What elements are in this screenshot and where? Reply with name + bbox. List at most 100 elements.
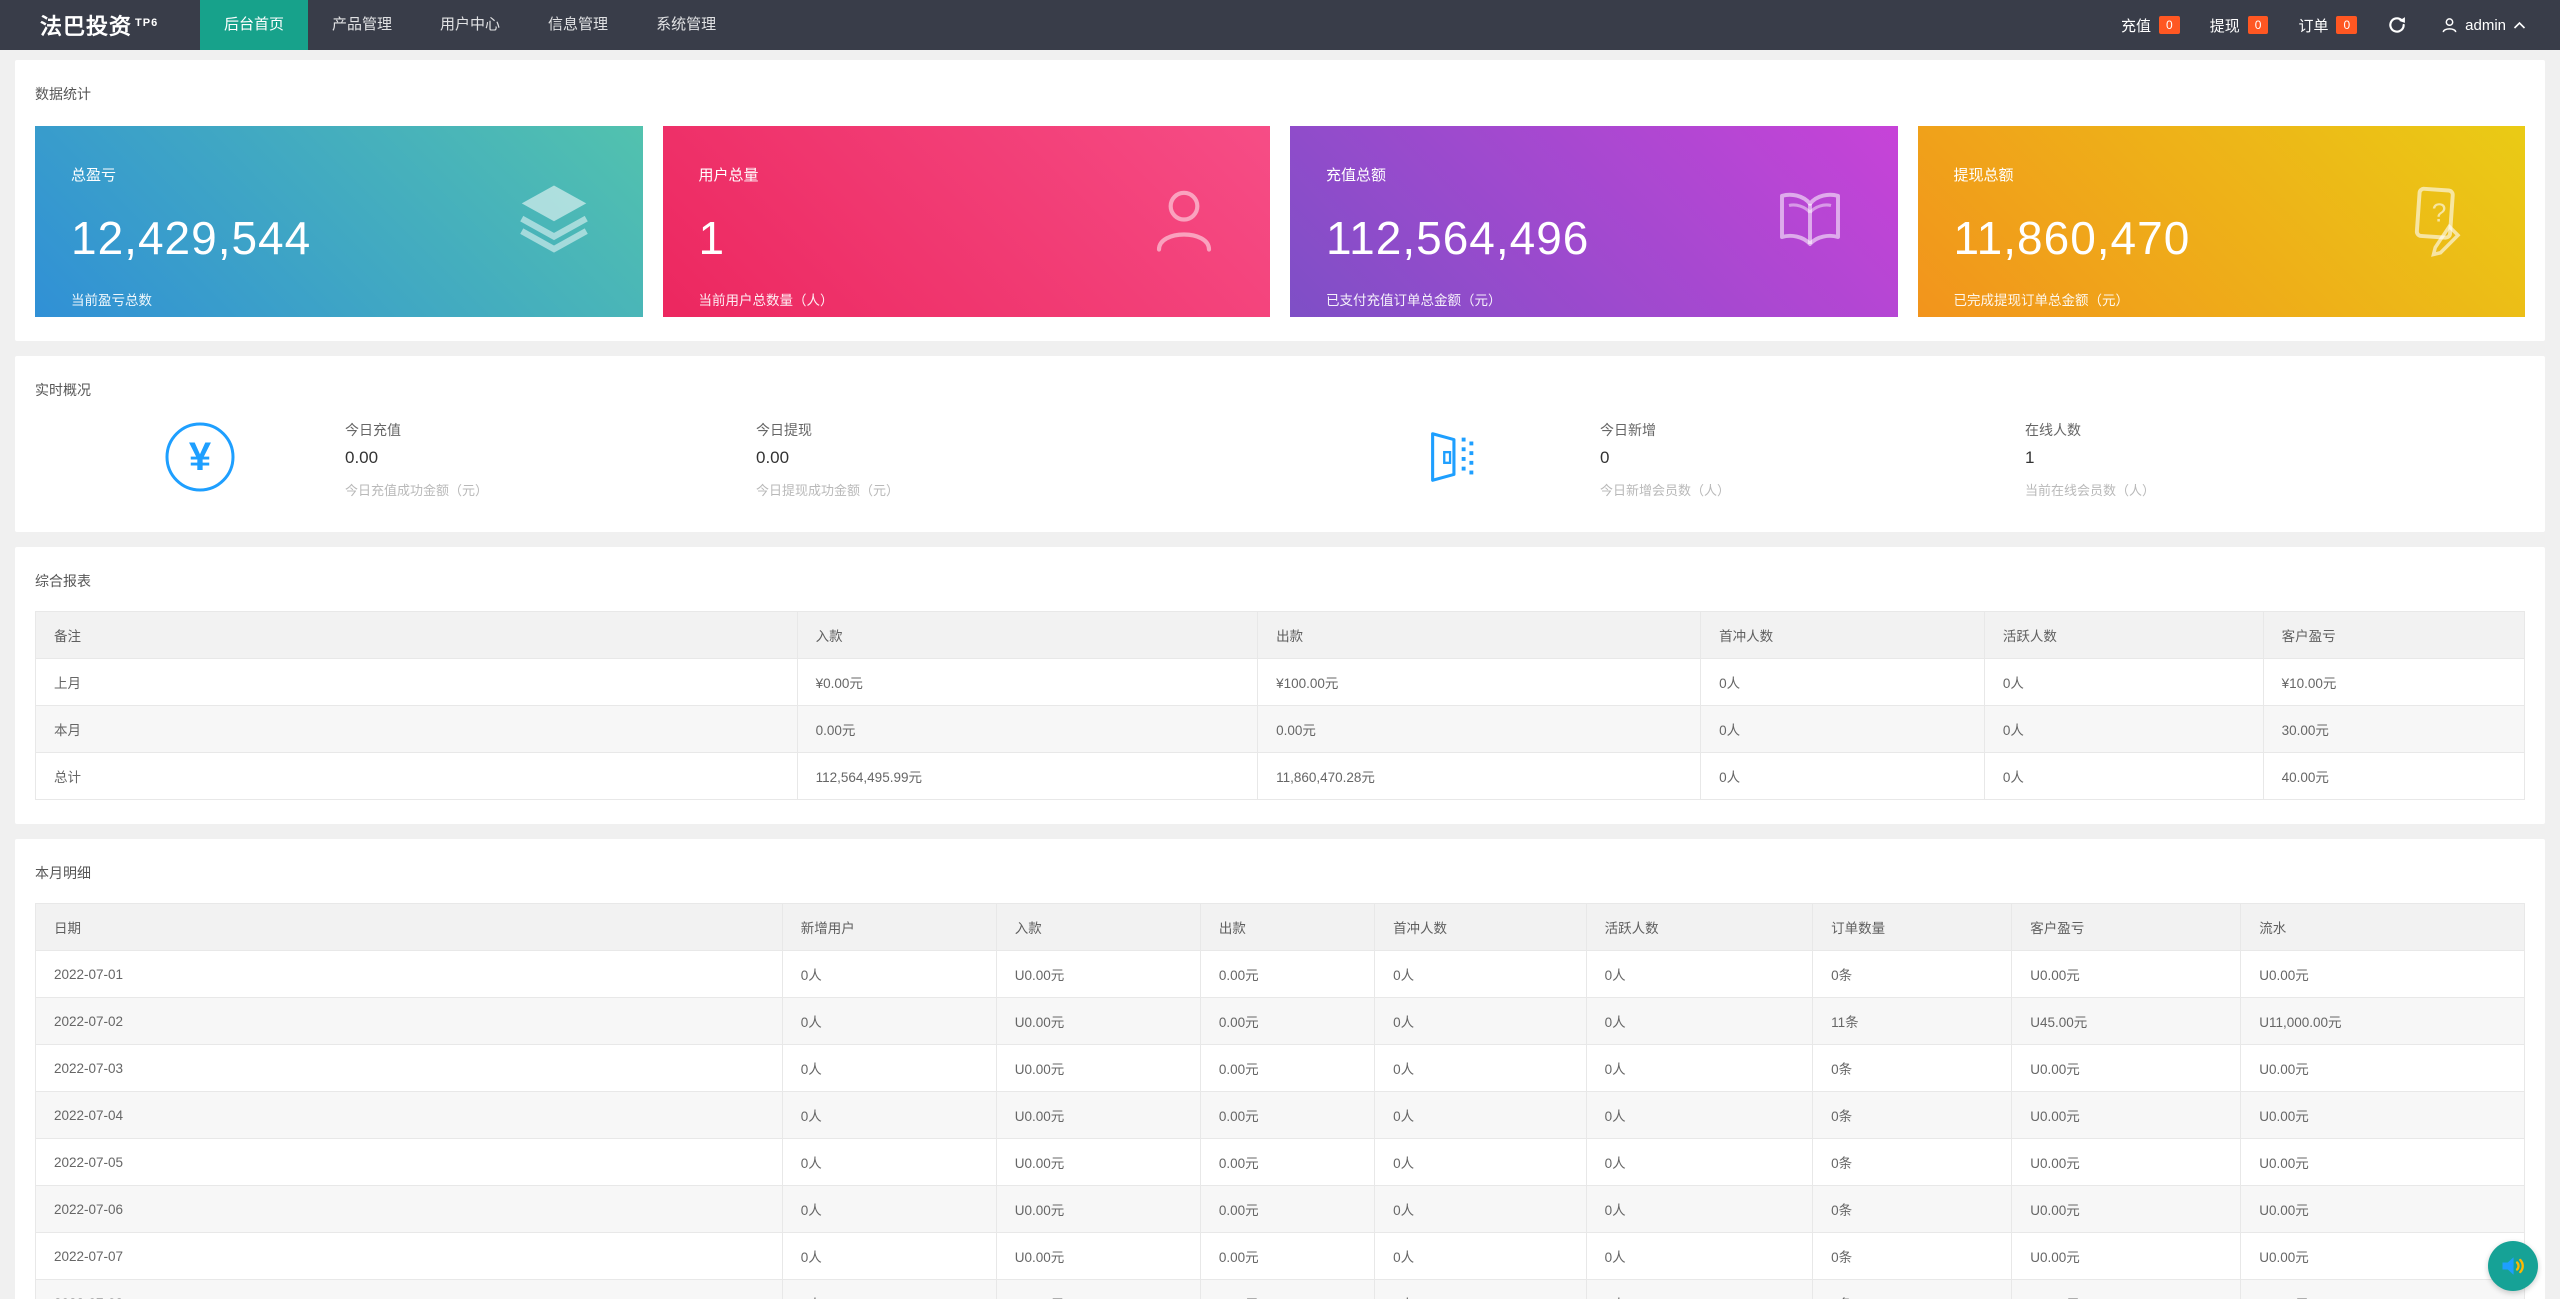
stats-panel-title: 数据统计 [35,84,2525,104]
stat-sublabel: 当前在线会员数（人） [2025,480,2155,499]
main-content: 数据统计 总盈亏 12,429,544 当前盈亏总数 用户总量 1 当前用户总数… [0,50,2560,1299]
table-cell: 2022-07-05 [36,1139,783,1186]
svg-text:¥: ¥ [189,435,212,479]
svg-text:?: ? [2432,197,2447,227]
table-cell: 0.00元 [1200,998,1374,1045]
realtime-panel: 实时概况 ¥ 今日充值 0.00 今日充值成功金额（元） 今日提现 0.00 今… [15,356,2545,532]
realtime-panel-title: 实时概况 [35,380,2525,400]
column-header: 入款 [996,904,1200,951]
table-row: 2022-07-040人U0.00元0.00元0人0人0条U0.00元U0.00… [36,1092,2525,1139]
realtime-body: ¥ 今日充值 0.00 今日充值成功金额（元） 今日提现 0.00 今日提现成功… [35,418,2525,510]
table-row: 总计112,564,495.99元11,860,470.28元0人0人40.00… [36,753,2525,800]
table-cell: U0.00元 [2241,1045,2525,1092]
app-logo[interactable]: 法巴投资TP6 [0,9,200,41]
stat-sublabel: 今日新增会员数（人） [1600,480,1730,499]
column-header: 流水 [2241,904,2525,951]
stat-title: 今日提现 [756,420,899,440]
table-cell: U0.00元 [2241,1092,2525,1139]
card-sublabel: 当前用户总数量（人） [699,289,1271,309]
stat-title: 今日充值 [345,420,488,440]
table-cell: 2022-07-07 [36,1233,783,1280]
stat-sublabel: 今日提现成功金额（元） [756,480,899,499]
table-cell: 0人 [1375,1186,1587,1233]
column-header: 客户盈亏 [2012,904,2241,951]
table-cell: U0.00元 [2241,1186,2525,1233]
table-cell: 0条 [1813,1139,2012,1186]
nav-item-users[interactable]: 用户中心 [416,0,524,50]
user-menu[interactable]: admin [2441,17,2526,34]
table-cell: 0.00元 [1258,706,1701,753]
table-cell: 0人 [1701,659,1985,706]
main-menu: 后台首页 产品管理 用户中心 信息管理 系统管理 [200,0,740,50]
table-row: 2022-07-060人U0.00元0.00元0人0人0条U0.00元U0.00… [36,1186,2525,1233]
refresh-icon[interactable] [2387,15,2407,35]
order-badge: 0 [2336,16,2357,34]
table-row: 本月0.00元0.00元0人0人30.00元 [36,706,2525,753]
table-cell: 0人 [782,951,996,998]
person-icon [2441,17,2458,34]
table-cell: U0.00元 [2241,951,2525,998]
table-cell: 0人 [1984,753,2263,800]
table-cell: ¥0.00元 [797,659,1257,706]
table-cell: U0.00元 [2012,1233,2241,1280]
sound-toggle-button[interactable] [2488,1241,2538,1291]
table-row: 上月¥0.00元¥100.00元0人0人¥10.00元 [36,659,2525,706]
stat-value: 0 [1600,448,1730,468]
card-total-recharge[interactable]: 充值总额 112,564,496 已支付充值订单总金额（元） [1290,126,1898,317]
chevron-up-icon [2513,21,2526,30]
column-header: 出款 [1200,904,1374,951]
table-cell: 0.00元 [1200,1139,1374,1186]
stat-value: 0.00 [345,448,488,468]
table-cell: 0人 [1375,1280,1587,1299]
detail-table: 日期新增用户入款出款首冲人数活跃人数订单数量客户盈亏流水2022-07-010人… [35,903,2525,1299]
table-cell: U0.00元 [2012,951,2241,998]
column-header: 首冲人数 [1375,904,1587,951]
table-cell: 本月 [36,706,798,753]
column-header: 活跃人数 [1984,612,2263,659]
table-cell: 0人 [782,1186,996,1233]
navbar-right: 充值 0 提现 0 订单 0 admin [2121,15,2560,36]
stat-value: 1 [2025,448,2155,468]
table-cell: U0.00元 [996,1233,1200,1280]
table-cell: U0.00元 [2012,1186,2241,1233]
table-row: 2022-07-050人U0.00元0.00元0人0人0条U0.00元U0.00… [36,1139,2525,1186]
card-sublabel: 当前盈亏总数 [71,289,643,309]
card-total-users[interactable]: 用户总量 1 当前用户总数量（人） [663,126,1271,317]
table-cell: 11,860,470.28元 [1258,753,1701,800]
nav-item-dashboard[interactable]: 后台首页 [200,0,308,50]
card-total-withdraw[interactable]: 提现总额 11,860,470 已完成提现订单总金额（元） ? [1918,126,2526,317]
nav-item-info[interactable]: 信息管理 [524,0,632,50]
table-cell: 0条 [1813,1280,2012,1299]
withdraw-link[interactable]: 提现 0 [2210,15,2269,36]
table-cell: 0人 [1586,1186,1812,1233]
stat-today-recharge: 今日充值 0.00 今日充值成功金额（元） [345,420,488,499]
card-sublabel: 已完成提现订单总金额（元） [1954,289,2526,309]
table-cell: 0人 [1375,1092,1587,1139]
nav-item-system[interactable]: 系统管理 [632,0,740,50]
top-navbar: 法巴投资TP6 后台首页 产品管理 用户中心 信息管理 系统管理 充值 0 提现… [0,0,2560,50]
detail-panel-title: 本月明细 [35,863,2525,883]
table-cell: 0条 [1813,1045,2012,1092]
nav-item-products[interactable]: 产品管理 [308,0,416,50]
table-cell: U0.00元 [2012,1092,2241,1139]
table-cell: 0人 [1984,659,2263,706]
column-header: 客户盈亏 [2263,612,2524,659]
recharge-link[interactable]: 充值 0 [2121,15,2180,36]
detail-panel: 本月明细 日期新增用户入款出款首冲人数活跃人数订单数量客户盈亏流水2022-07… [15,839,2545,1299]
stat-online-users: 在线人数 1 当前在线会员数（人） [2025,420,2155,499]
table-cell: ¥10.00元 [2263,659,2524,706]
recharge-badge: 0 [2159,16,2180,34]
table-cell: 2022-07-04 [36,1092,783,1139]
table-cell: 0人 [1375,1139,1587,1186]
table-cell: 0.00元 [797,706,1257,753]
table-cell: U0.00元 [2012,1280,2241,1299]
table-cell: U0.00元 [2241,1280,2525,1299]
table-cell: U0.00元 [2012,1045,2241,1092]
table-cell: 0人 [1586,1233,1812,1280]
table-cell: 0人 [1586,1045,1812,1092]
table-cell: 上月 [36,659,798,706]
card-total-profit[interactable]: 总盈亏 12,429,544 当前盈亏总数 [35,126,643,317]
table-cell: 0人 [1586,951,1812,998]
table-cell: 0条 [1813,951,2012,998]
order-link[interactable]: 订单 0 [2298,15,2357,36]
